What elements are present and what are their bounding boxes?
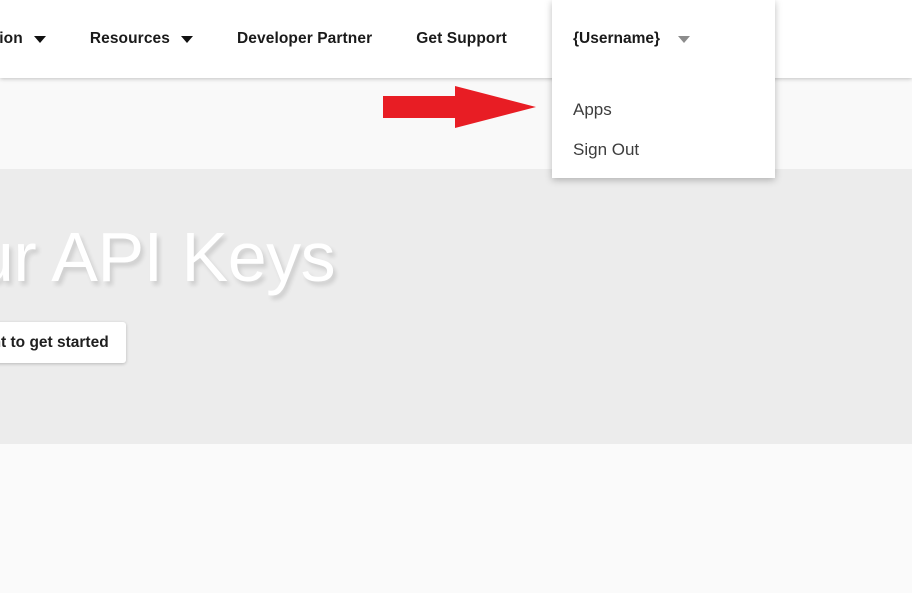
main-navigation: tion Resources Developer Partner Get Sup… (0, 0, 529, 78)
nav-item-get-support-label: Get Support (416, 30, 507, 48)
menu-item-apps[interactable]: Apps (552, 90, 775, 130)
user-menu-label: {Username} (573, 30, 661, 48)
chevron-down-icon (678, 35, 691, 43)
nav-item-documentation-label: tion (0, 30, 23, 48)
page-root: your API Keys n account to get started A… (0, 0, 912, 593)
nav-item-resources-label: Resources (89, 30, 170, 48)
nav-item-developer-partner-label: Developer Partner (236, 30, 373, 48)
nav-item-resources[interactable]: Resources (68, 0, 215, 78)
chevron-down-icon (33, 35, 46, 43)
nav-item-get-support[interactable]: Get Support (394, 0, 529, 78)
user-menu-button[interactable]: {Username} (552, 0, 775, 78)
chevron-down-icon (180, 35, 193, 43)
get-started-button[interactable]: n account to get started (0, 322, 126, 363)
site-header: tion Resources Developer Partner Get Sup… (0, 0, 912, 78)
menu-item-sign-out[interactable]: Sign Out (552, 130, 775, 170)
lower-content-band (0, 444, 912, 593)
hero-section: your API Keys (0, 169, 912, 444)
hero-title: your API Keys (0, 218, 336, 296)
sub-header-band (0, 78, 912, 169)
nav-item-documentation[interactable]: tion (0, 0, 68, 78)
nav-item-developer-partner[interactable]: Developer Partner (215, 0, 394, 78)
user-menu-column: {Username} (552, 0, 775, 78)
